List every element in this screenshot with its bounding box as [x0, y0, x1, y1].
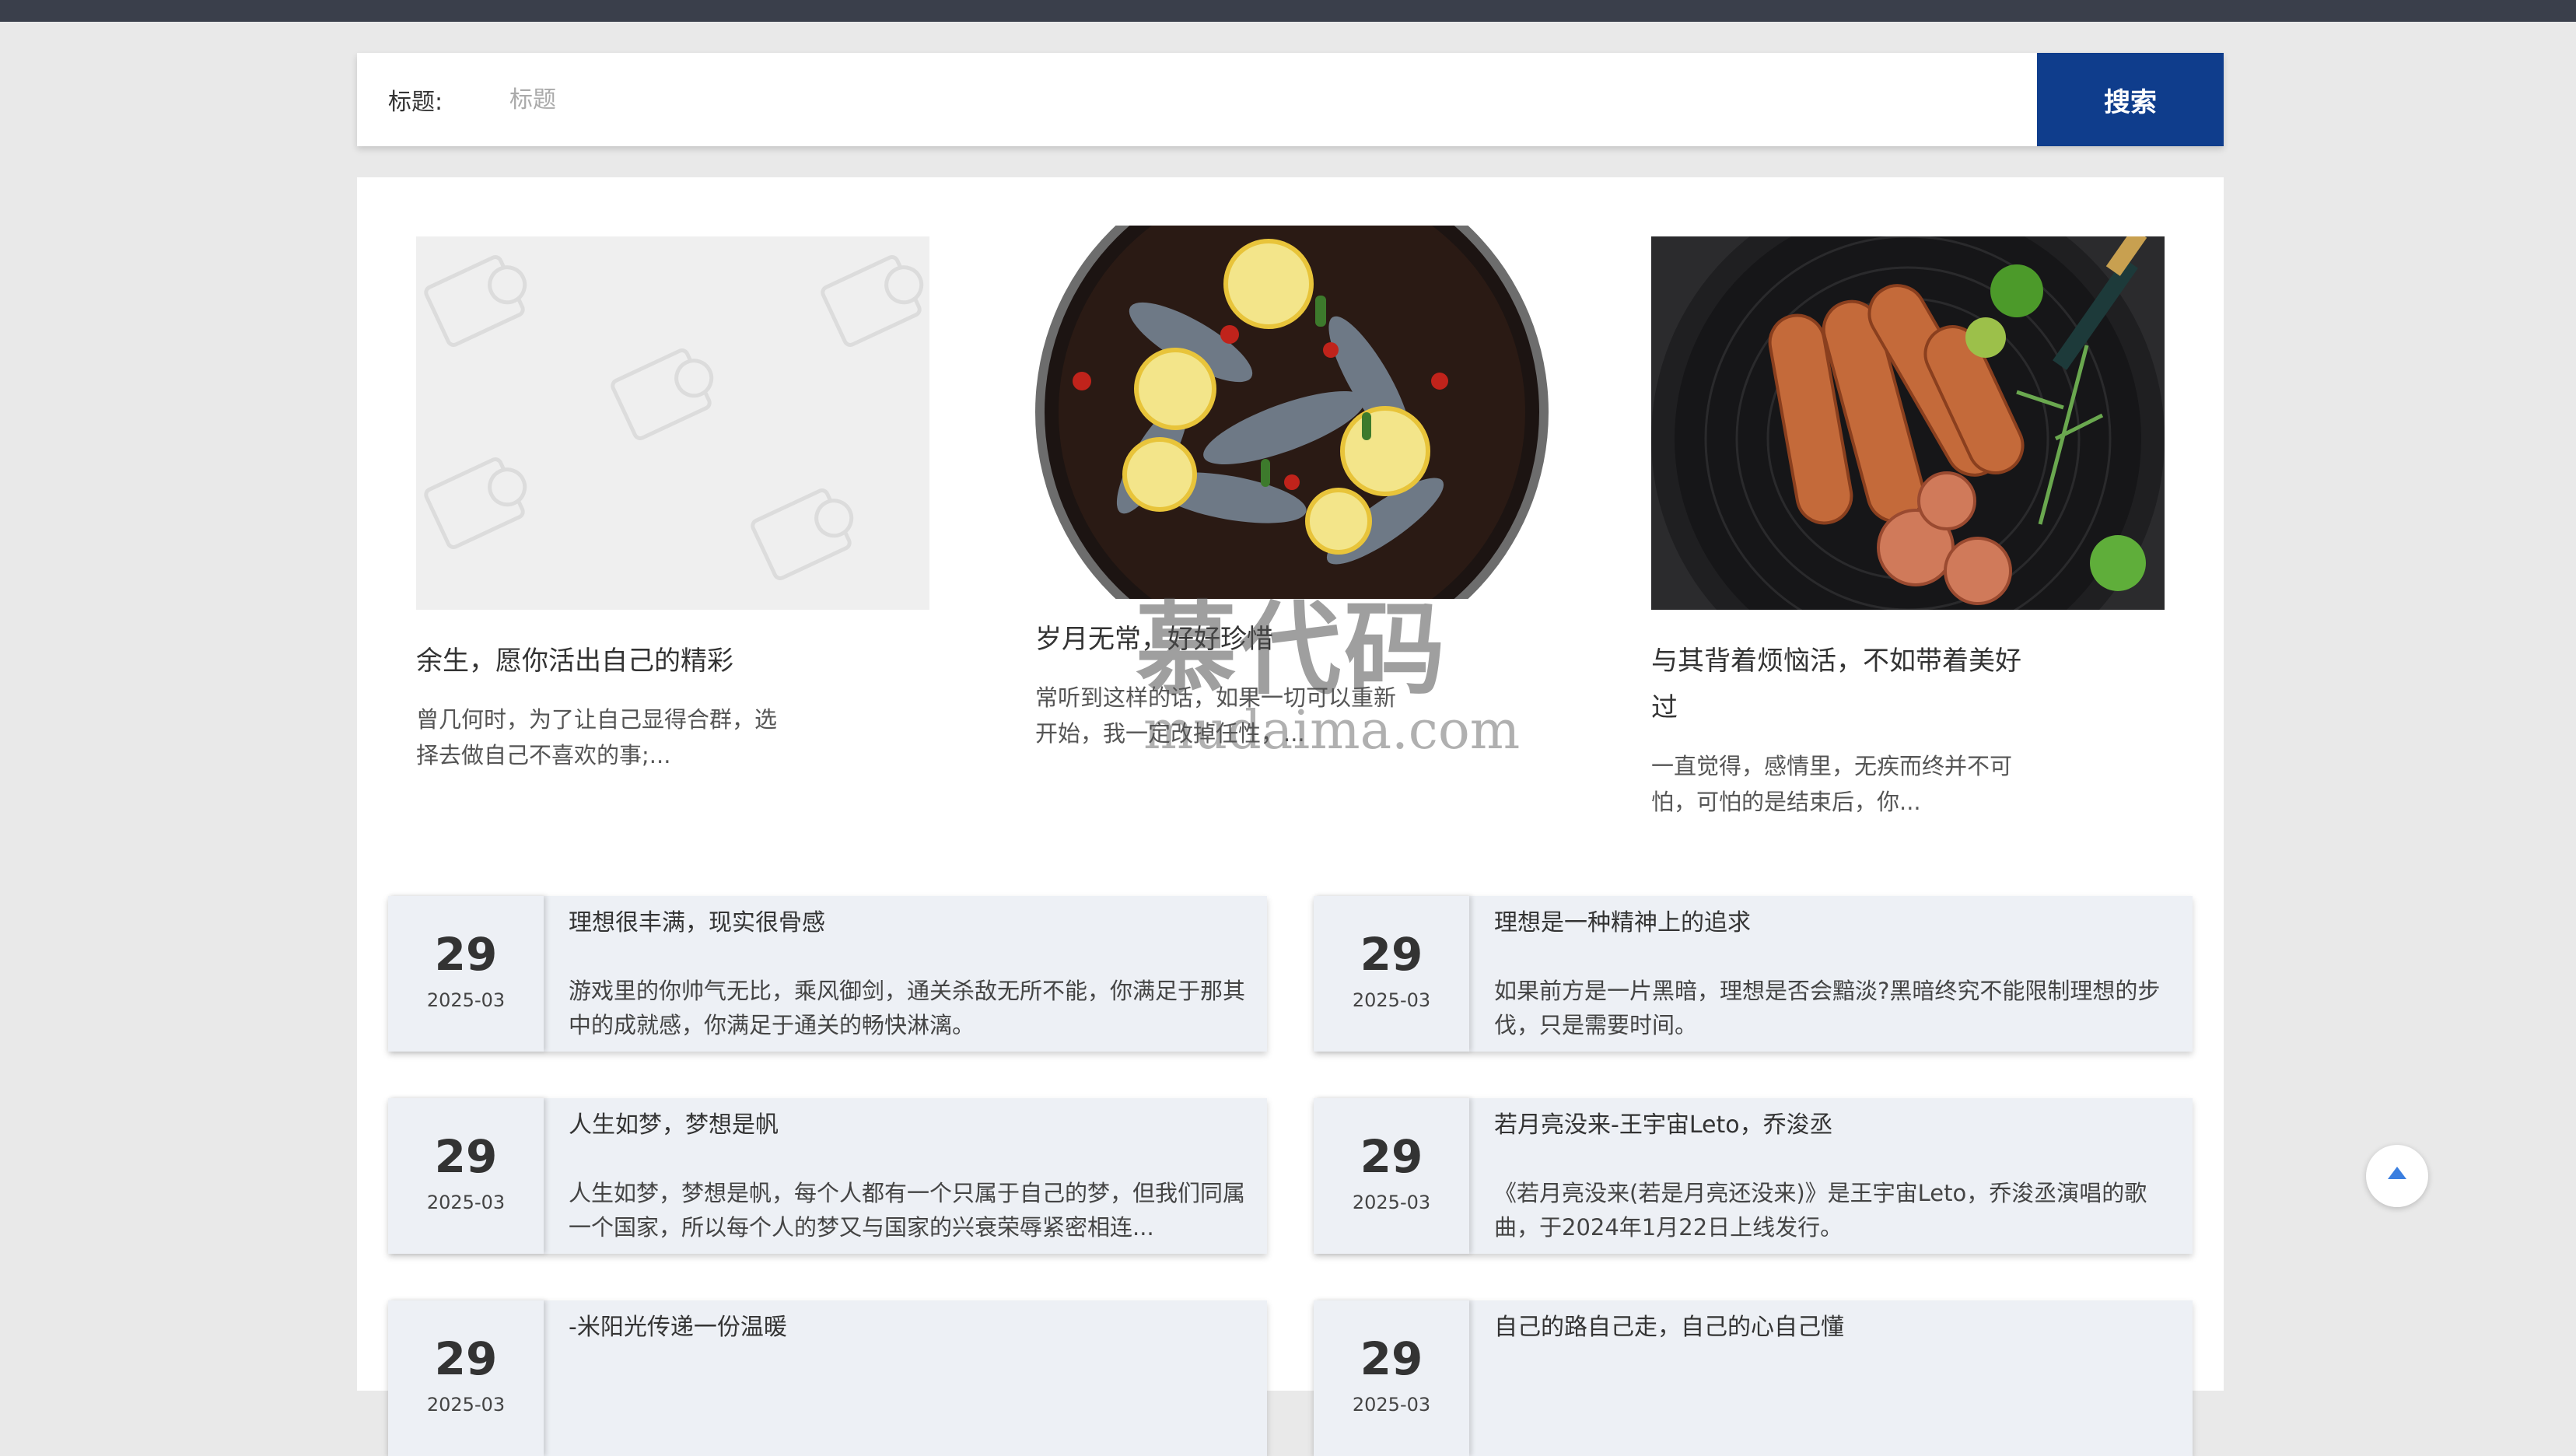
card-desc: 一直觉得，感情里，无疾而终并不可怕，可怕的是结束后，你...	[1651, 753, 2013, 815]
card-title[interactable]: 与其背着烦恼活，不如带着美好过	[1651, 638, 2025, 731]
list-item[interactable]: 29 2025-03 自己的路自己走，自己的心自己懂	[1314, 1300, 2193, 1456]
arrow-up-icon[interactable]	[2366, 1145, 2428, 1207]
watermark-brand: 慕代码	[1136, 590, 1449, 709]
placeholder-image[interactable]	[416, 236, 929, 610]
news-desc: 如果前方是一片黑暗，理想是否会黯淡?黑暗终究不能限制理想的步伐，只是需要时间。	[1494, 978, 2161, 1038]
date-box: 29 2025-03	[1314, 896, 1469, 1052]
featured-card[interactable]: 余生，愿你活出自己的精彩 曾几何时，为了让自己显得合群，选择去做自己不喜欢的事;…	[416, 236, 929, 773]
news-title[interactable]: 理想很丰满，现实很骨感	[569, 904, 825, 943]
date-box: 29 2025-03	[388, 896, 544, 1052]
news-title[interactable]: 人生如梦，梦想是帆	[569, 1106, 779, 1145]
date-year-month: 2025-03	[1352, 989, 1431, 1011]
top-bar	[0, 0, 2576, 22]
date-day: 29	[1360, 928, 1423, 981]
news-desc: 人生如梦，梦想是帆，每个人都有一个只属于自己的梦，但我们同属一个国家，所以每个人…	[569, 1180, 1246, 1241]
image-placeholder-icon	[817, 252, 925, 350]
search-button[interactable]: 搜索	[2037, 53, 2224, 146]
shrimp-bowl-photo[interactable]	[1035, 226, 1549, 599]
image-placeholder-icon	[421, 252, 528, 350]
image-placeholder-icon	[421, 454, 528, 552]
date-day: 29	[434, 1332, 498, 1385]
date-box: 29 2025-03	[1314, 1098, 1469, 1254]
shrimp-bowl-image	[1035, 226, 1549, 599]
date-box: 29 2025-03	[388, 1300, 544, 1456]
date-day: 29	[434, 1130, 498, 1183]
news-desc: 游戏里的你帅气无比，乘风御剑，通关杀敌无所不能，你满足于那其中的成就感，你满足于…	[569, 978, 1246, 1038]
search-input[interactable]	[481, 68, 2037, 131]
list-item[interactable]: 29 2025-03 若月亮没来-王宇宙Leto，乔浚丞 《若月亮没来(若是月亮…	[1314, 1098, 2193, 1254]
date-year-month: 2025-03	[426, 1394, 506, 1416]
news-desc: 《若月亮没来(若是月亮还没来)》是王宇宙Leto，乔浚丞演唱的歌曲，于2024年…	[1494, 1180, 2147, 1241]
list-item[interactable]: 29 2025-03 人生如梦，梦想是帆 人生如梦，梦想是帆，每个人都有一个只属…	[388, 1098, 1267, 1254]
news-title[interactable]: 若月亮没来-王宇宙Leto，乔浚丞	[1494, 1106, 1833, 1145]
main-panel: 余生，愿你活出自己的精彩 曾几何时，为了让自己显得合群，选择去做自己不喜欢的事;…	[357, 177, 2224, 1456]
date-box: 29 2025-03	[388, 1098, 544, 1254]
featured-card[interactable]: 与其背着烦恼活，不如带着美好过 一直觉得，感情里，无疾而终并不可怕，可怕的是结束…	[1651, 236, 2165, 820]
date-year-month: 2025-03	[426, 1192, 506, 1213]
news-title[interactable]: -米阳光传递一份温暖	[569, 1308, 787, 1347]
watermark-domain: mudaima.com	[1143, 700, 1521, 761]
sausage-plate-photo[interactable]	[1651, 236, 2165, 610]
date-day: 29	[1360, 1332, 1423, 1385]
image-placeholder-icon	[607, 345, 715, 443]
card-desc: 曾几何时，为了让自己显得合群，选择去做自己不喜欢的事;...	[416, 706, 778, 768]
date-year-month: 2025-03	[426, 989, 506, 1011]
search-label: 标题:	[388, 89, 443, 116]
date-day: 29	[434, 928, 498, 981]
search-bar: 标题: 搜索	[357, 53, 2224, 146]
date-box: 29 2025-03	[1314, 1300, 1469, 1456]
list-item[interactable]: 29 2025-03 -米阳光传递一份温暖	[388, 1300, 1267, 1456]
date-year-month: 2025-03	[1352, 1394, 1431, 1416]
date-year-month: 2025-03	[1352, 1192, 1431, 1213]
date-day: 29	[1360, 1130, 1423, 1183]
sausage-plate-image	[1651, 236, 2165, 610]
news-title[interactable]: 理想是一种精神上的追求	[1494, 904, 1751, 943]
image-placeholder-icon	[747, 485, 855, 583]
list-item[interactable]: 29 2025-03 理想很丰满，现实很骨感 游戏里的你帅气无比，乘风御剑，通关…	[388, 896, 1267, 1052]
card-title[interactable]: 余生，愿你活出自己的精彩	[416, 638, 929, 684]
news-title[interactable]: 自己的路自己走，自己的心自己懂	[1494, 1308, 1844, 1347]
list-item[interactable]: 29 2025-03 理想是一种精神上的追求 如果前方是一片黑暗，理想是否会黯淡…	[1314, 896, 2193, 1052]
